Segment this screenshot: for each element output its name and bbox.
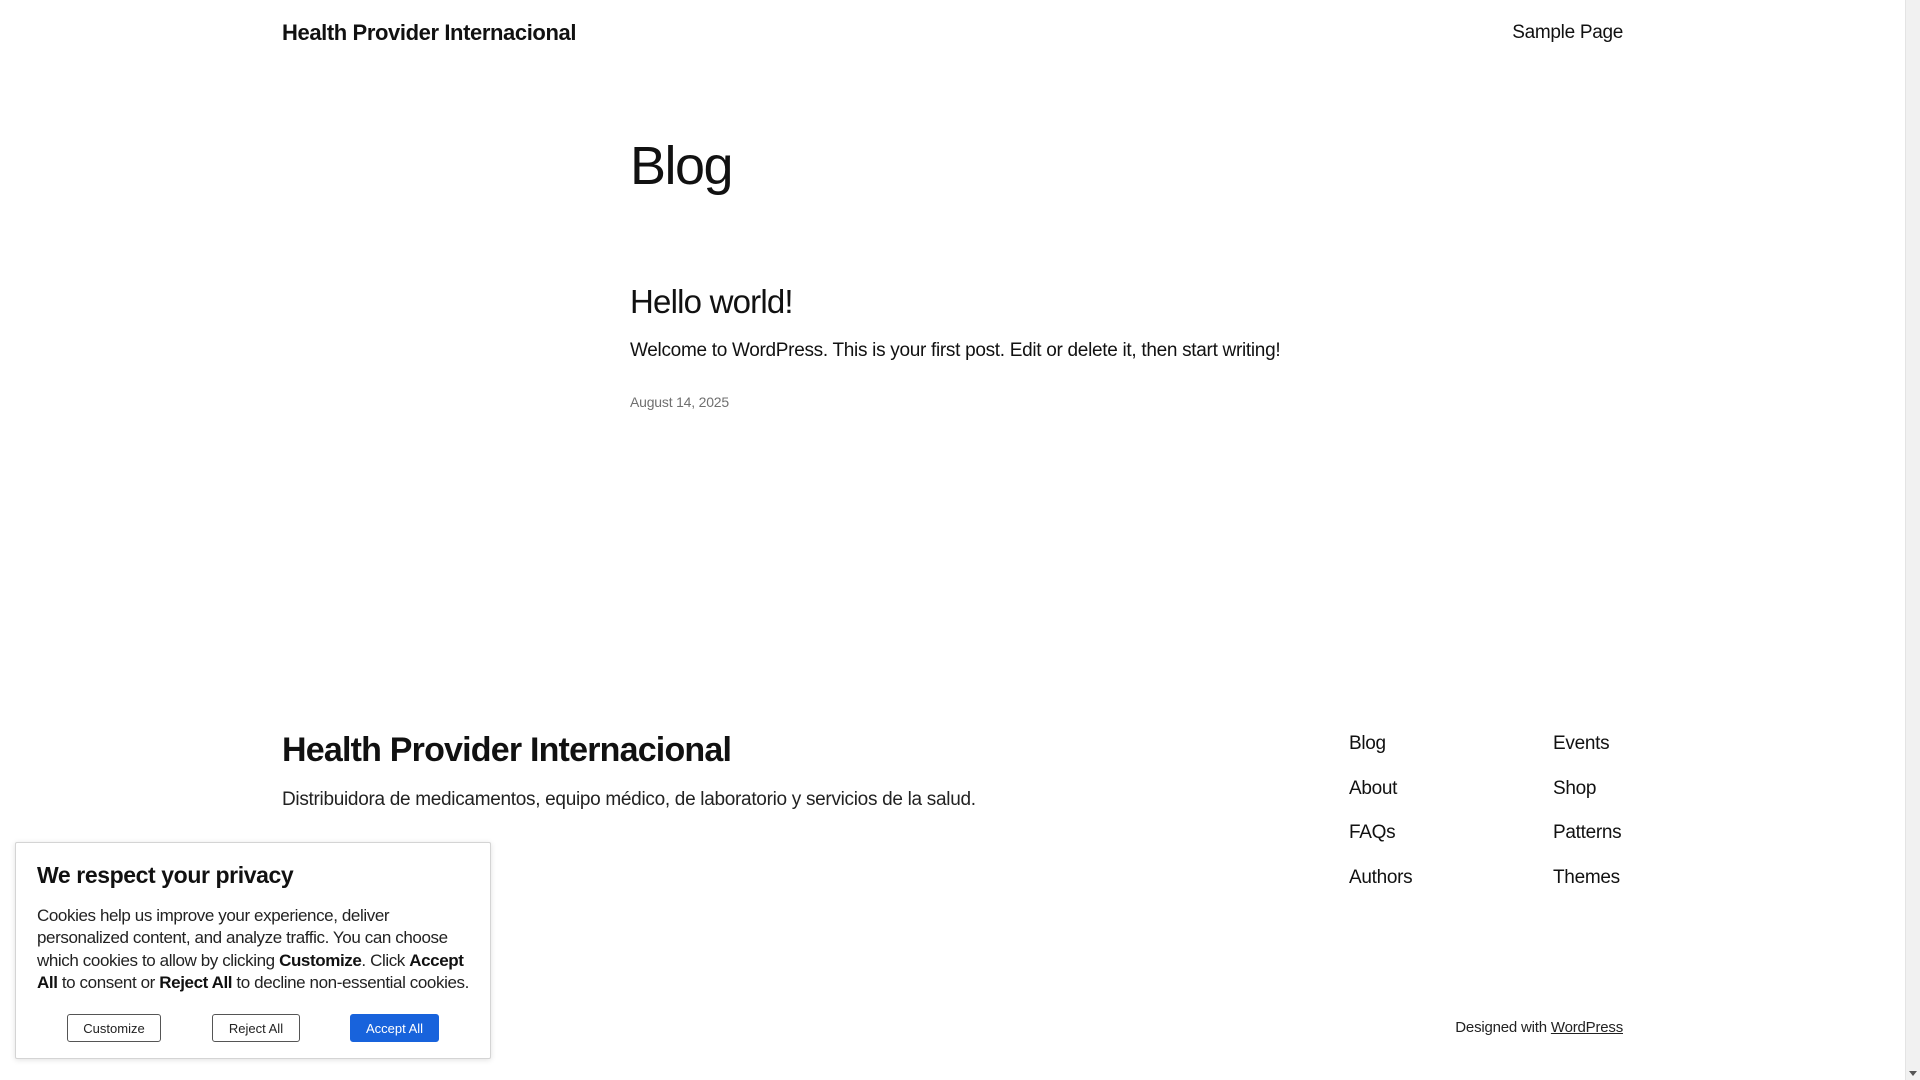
customize-button[interactable]: Customize — [67, 1014, 161, 1042]
footer-tagline: Distribuidora de medicamentos, equipo mé… — [282, 789, 976, 810]
cookie-text-4: to decline non-essential cookies. — [232, 972, 469, 992]
cookie-text-reject-all: Reject All — [159, 972, 233, 992]
credits-prefix: Designed with — [1455, 1019, 1551, 1036]
footer-link-patterns[interactable]: Patterns — [1553, 822, 1622, 843]
reject-all-button[interactable]: Reject All — [212, 1014, 300, 1042]
vertical-scrollbar[interactable] — [1905, 0, 1920, 1080]
cookie-consent-banner: We respect your privacy Cookies help us … — [15, 842, 491, 1059]
nav-link-sample-page[interactable]: Sample Page — [1512, 22, 1623, 44]
footer-site-title-link[interactable]: Health Provider Internacional — [282, 728, 732, 772]
wordpress-link[interactable]: WordPress — [1551, 1019, 1623, 1036]
accept-all-button[interactable]: Accept All — [350, 1014, 439, 1042]
cookie-banner-description: Cookies help us improve your experience,… — [37, 905, 477, 994]
footer-nav-column-1: Blog About FAQs Authors — [1349, 731, 1413, 909]
cookie-text-customize: Customize — [279, 950, 362, 970]
site-title-link[interactable]: Health Provider Internacional — [282, 20, 576, 46]
footer-link-about[interactable]: About — [1349, 778, 1397, 799]
footer-link-themes[interactable]: Themes — [1553, 867, 1620, 888]
page-title: Blog — [630, 136, 734, 196]
post-excerpt: Welcome to WordPress. This is your first… — [630, 340, 1281, 361]
cookie-text-2: . Click — [361, 950, 410, 970]
scroll-down-arrow-icon[interactable] — [1909, 1071, 1917, 1076]
cookie-banner-title: We respect your privacy — [37, 862, 294, 888]
post-title-link[interactable]: Hello world! — [630, 280, 794, 324]
post-title-text[interactable]: Hello world! — [630, 283, 794, 320]
footer-site-title-text[interactable]: Health Provider Internacional — [282, 731, 732, 769]
post-date: August 14, 2025 — [630, 394, 729, 410]
footer-credits: Designed with WordPress — [1455, 1019, 1623, 1036]
footer-link-authors[interactable]: Authors — [1349, 867, 1413, 888]
footer-link-blog[interactable]: Blog — [1349, 733, 1386, 754]
footer-nav-column-2: Events Shop Patterns Themes — [1553, 731, 1622, 909]
footer-link-events[interactable]: Events — [1553, 733, 1610, 754]
footer-link-shop[interactable]: Shop — [1553, 778, 1596, 799]
cookie-text-3: to consent or — [57, 972, 160, 992]
footer-link-faqs[interactable]: FAQs — [1349, 822, 1396, 843]
